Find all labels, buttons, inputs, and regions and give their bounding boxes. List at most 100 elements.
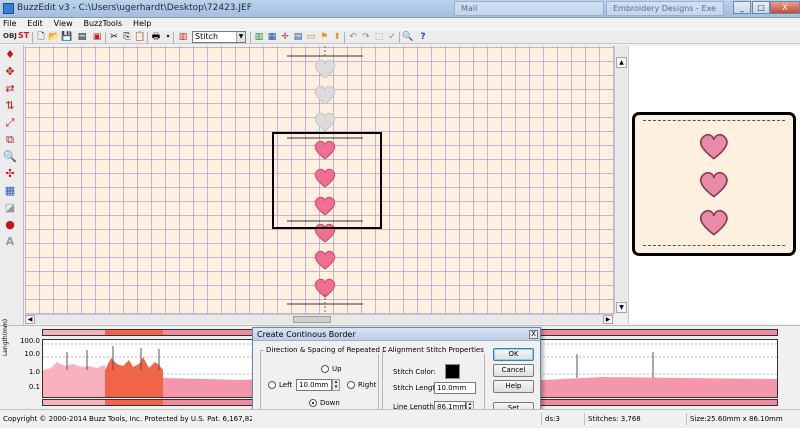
toolbar: OBJ ST 🗋 📂 💾 ▤ ▣ ✂ ⎘ 📋 🖶 ▾ ▥ Stitch ▼ ▥ … [0, 29, 800, 44]
y-tick-10: 10.0 [24, 350, 40, 358]
columns-icon[interactable]: ▥ [253, 31, 265, 43]
background-window-embroidery[interactable]: Embroidery Designs - Exe [606, 1, 724, 16]
scroll-right-button[interactable]: ▶ [603, 315, 613, 324]
dialog-close-button[interactable]: X [529, 330, 538, 339]
maximize-button[interactable]: □ [752, 1, 770, 14]
design-preview [632, 112, 796, 256]
crosshair-icon[interactable]: ✛ [279, 31, 291, 43]
background-window-mail[interactable]: Mail [454, 1, 604, 16]
help-pointer-icon[interactable]: ? [417, 31, 429, 43]
hoop-icon[interactable]: ▭ [305, 31, 317, 43]
radio-up-dot [321, 365, 329, 373]
flag-icon[interactable]: ⚑ [318, 31, 330, 43]
select-icon[interactable]: ⬚ [373, 31, 385, 43]
obj-mode-button[interactable]: OBJ [3, 32, 17, 40]
stitch-mode-icon[interactable]: ▥ [177, 31, 189, 43]
left-toolbar: ♦ ✥ ⇄ ⇅ ⤢ ⧉ 🔍 ✣ ▦ ◪ ● A [0, 45, 24, 325]
menu-view[interactable]: View [51, 18, 78, 29]
save-icon[interactable]: 💾 [61, 31, 73, 43]
zoom-icon[interactable]: 🔍 [402, 31, 414, 43]
copy-icon[interactable]: ⎘ [121, 31, 133, 43]
app-icon [3, 3, 14, 14]
ruler-icon[interactable]: ▤ [292, 31, 304, 43]
minimize-button[interactable]: _ [733, 1, 751, 14]
radio-left[interactable]: Left [268, 381, 292, 389]
color-tool-icon[interactable]: ● [3, 218, 17, 232]
undo-icon[interactable]: ↶ [347, 31, 359, 43]
menu-help[interactable]: Help [130, 18, 156, 29]
status-bar: Copyright © 2000-2014 Buzz Tools, Inc. P… [0, 409, 800, 428]
trim-icon[interactable]: ⬆ [331, 31, 343, 43]
check-icon[interactable]: ✓ [386, 31, 398, 43]
document-icon[interactable]: ▤ [76, 31, 88, 43]
radio-right[interactable]: Right [347, 381, 376, 389]
vertical-scrollbar[interactable]: ▲ ▼ [614, 46, 627, 314]
stitch-color-label: Stitch Color: [393, 368, 436, 376]
ok-button[interactable]: OK [493, 348, 534, 361]
alignment-group-title: Alignment Stitch Properties [386, 346, 486, 354]
close-button[interactable]: X [770, 1, 800, 14]
stitch-length-input[interactable]: 10.0mm [434, 382, 476, 394]
radio-right-label: Right [358, 381, 377, 389]
y-tick-1: 1.0 [28, 368, 40, 376]
y-tick-0.1: 0.1 [28, 383, 40, 391]
radio-down-label: Down [320, 399, 340, 407]
scroll-left-button[interactable]: ◀ [25, 315, 35, 324]
zoom-tool-icon[interactable]: 🔍 [3, 150, 17, 164]
menu-edit[interactable]: Edit [24, 18, 48, 29]
status-designs: ds:3 [541, 413, 584, 425]
spacing-input[interactable]: 10.0mm [296, 379, 332, 391]
design-canvas[interactable] [25, 46, 614, 314]
print-icon[interactable]: 🖶 [150, 31, 162, 43]
window-title: BuzzEdit v3 - C:\Users\ugerhardt\Desktop… [17, 3, 252, 13]
redo-icon[interactable]: ↷ [360, 31, 372, 43]
repeat-tool-icon[interactable]: ⧉ [3, 133, 17, 147]
radio-right-dot [347, 381, 355, 389]
radio-down[interactable]: Down [309, 399, 340, 407]
title-bar: BuzzEdit v3 - C:\Users\ugerhardt\Desktop… [0, 0, 800, 18]
radio-left-label: Left [279, 381, 293, 389]
scroll-down-button[interactable]: ▼ [616, 302, 627, 313]
y-tick-100: 100.0 [19, 337, 40, 345]
cut-icon[interactable]: ✂ [108, 31, 120, 43]
cancel-button[interactable]: Cancel [493, 364, 534, 377]
stitch-select-value: Stitch [195, 32, 219, 41]
resize-tool-icon[interactable]: ⤢ [3, 116, 17, 130]
pan-tool-icon[interactable]: ✣ [3, 167, 17, 181]
stitch-select[interactable]: Stitch ▼ [192, 31, 246, 43]
status-stitches: Stitches: 3,768 [584, 413, 684, 425]
dialog-title: Create Continous Border [253, 328, 540, 341]
status-size: Size:25.60mm x 86.10mm [686, 413, 798, 425]
export-icon[interactable]: ▣ [91, 31, 103, 43]
chevron-down-icon: ▼ [236, 32, 245, 42]
scroll-thumb[interactable] [293, 316, 331, 323]
flip-tool-icon[interactable]: ⇄ [3, 82, 17, 96]
radio-up-label: Up [332, 365, 342, 373]
move-tool-icon[interactable]: ✥ [3, 65, 17, 79]
slice-tool-icon[interactable]: ◪ [3, 201, 17, 215]
grid-tool-icon[interactable]: ▦ [3, 184, 17, 198]
radio-up[interactable]: Up [321, 365, 342, 373]
rotate-tool-icon[interactable]: ♦ [3, 48, 17, 62]
radio-down-dot [309, 399, 317, 407]
stitch-color-swatch[interactable] [445, 364, 460, 379]
y-axis-title: Length(mm) [2, 318, 9, 356]
open-folder-icon[interactable]: 📂 [48, 31, 60, 43]
spacing-stepper[interactable]: ▴ ▾ [332, 379, 340, 391]
help-button[interactable]: Help [493, 380, 534, 393]
status-copyright: Copyright © 2000-2014 Buzz Tools, Inc. P… [3, 415, 252, 423]
text-tool-icon[interactable]: A [3, 235, 17, 249]
preview-hearts [699, 133, 728, 236]
paste-icon[interactable]: 📋 [134, 31, 146, 43]
mirror-tool-icon[interactable]: ⇅ [3, 99, 17, 113]
horizontal-scrollbar[interactable]: ◀ ▶ [25, 314, 614, 324]
menu-file[interactable]: File [0, 18, 21, 29]
menu-bar: File Edit View BuzzTools Help [0, 18, 800, 29]
st-mode-button[interactable]: ST [18, 31, 29, 40]
grid-icon[interactable]: ▦ [266, 31, 278, 43]
new-file-icon[interactable]: 🗋 [35, 31, 47, 43]
scroll-up-button[interactable]: ▲ [616, 57, 627, 68]
preview-bottom-line [643, 245, 785, 246]
selection-box[interactable] [272, 132, 382, 229]
menu-buzztools[interactable]: BuzzTools [81, 18, 128, 29]
